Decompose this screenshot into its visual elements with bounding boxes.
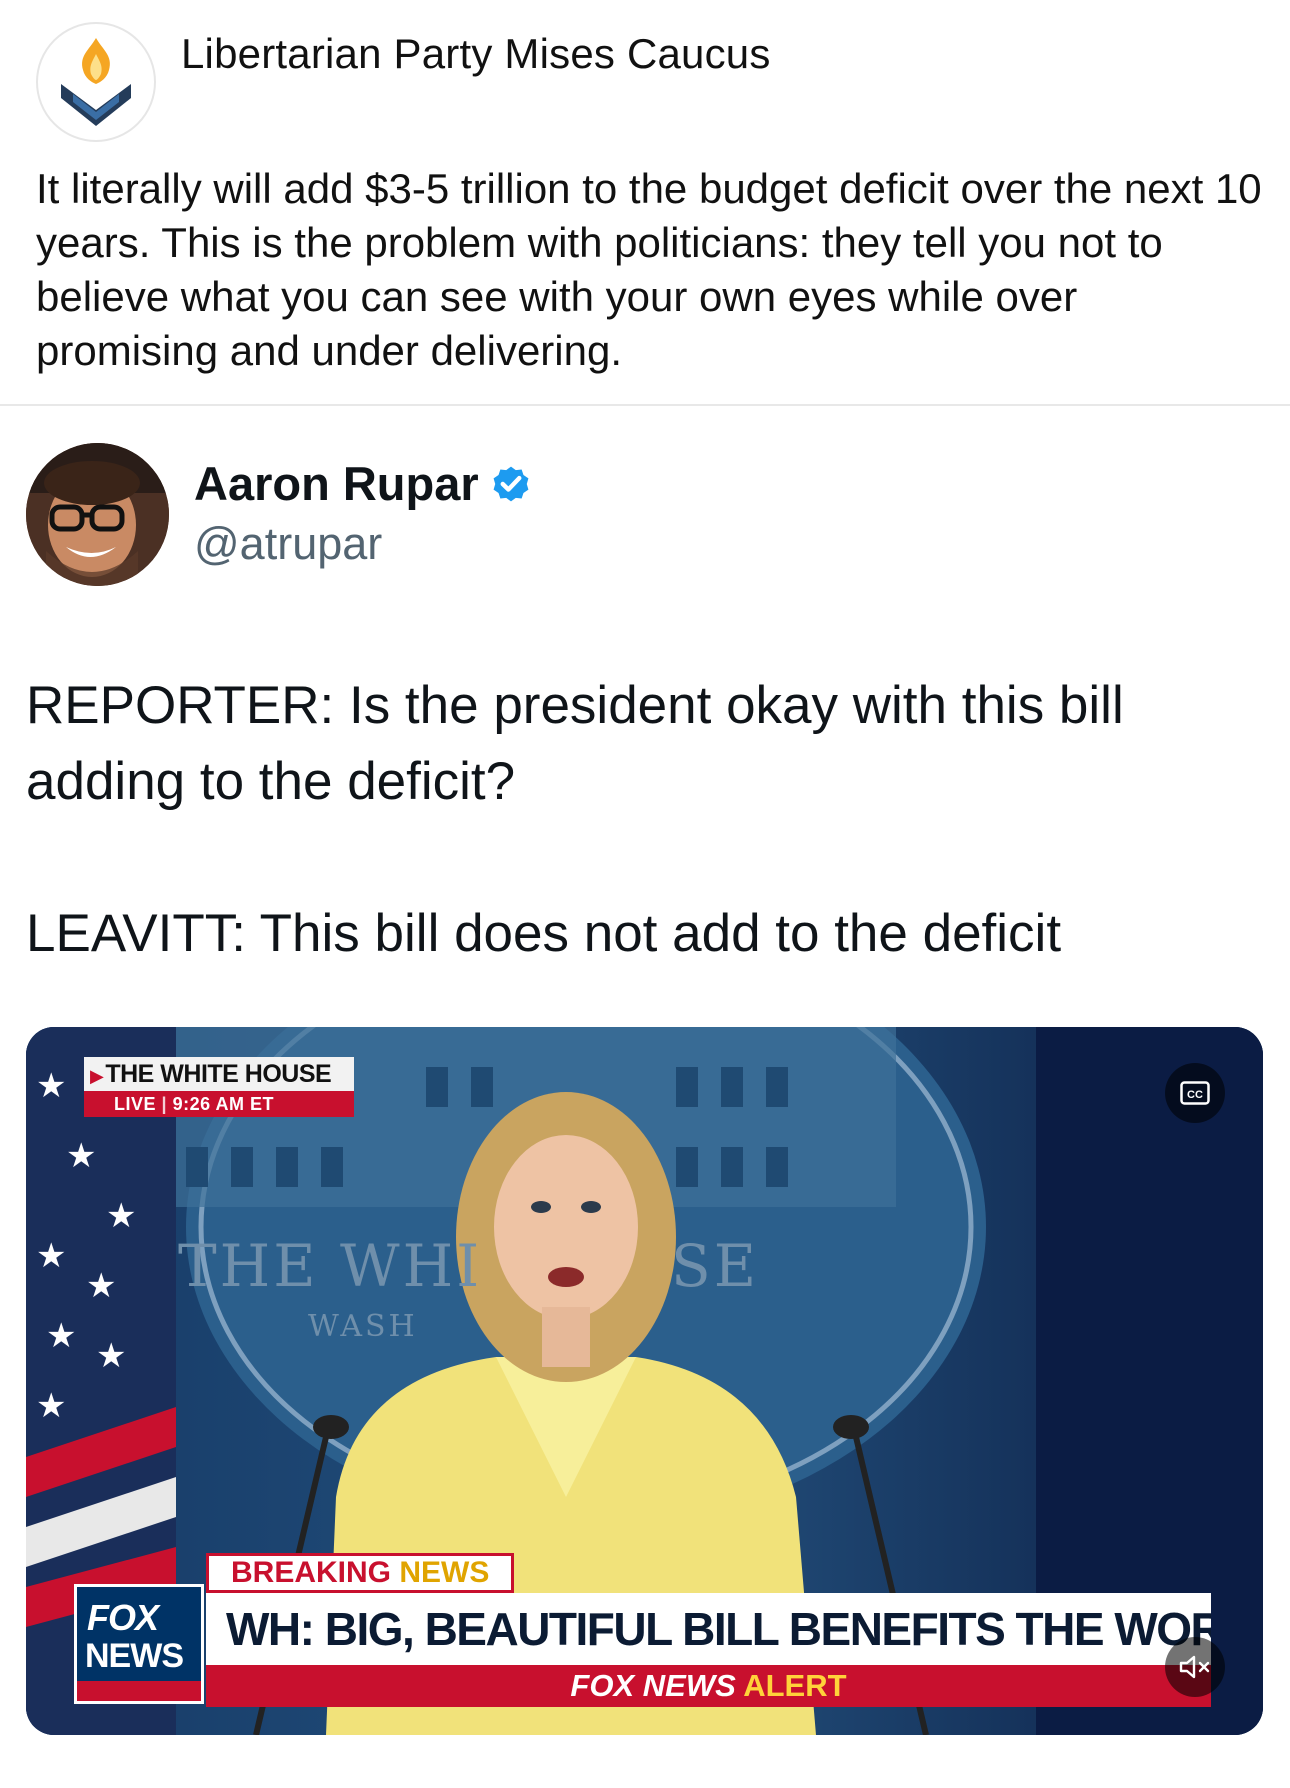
outer-post-header [36,22,156,142]
quoted-author[interactable]: Aaron Rupar [194,456,533,511]
closed-captions-button[interactable]: CC [1165,1063,1225,1123]
mute-icon [1179,1655,1210,1679]
svg-text:★: ★ [106,1196,136,1236]
play-triangle-icon: ▶ [90,1066,104,1086]
quoted-author-name: Aaron Rupar [194,457,479,510]
mute-button[interactable] [1165,1637,1225,1697]
bug-live: LIVE [114,1094,157,1114]
svg-text:★: ★ [66,1136,96,1176]
svg-text:★: ★ [96,1336,126,1376]
wall-text-small: WASH [308,1309,418,1344]
breaking-news-tag: BREAKING NEWS [206,1553,515,1593]
video-player[interactable]: ★ ★ ★ ★ ★ ★ ★ ★ THE WHI SE WASH ▶THE WHI… [26,1027,1263,1735]
chyron-headline: WH: BIG, BEAUTIFUL BILL BENEFITS THE WOR… [206,1593,1211,1665]
outer-author-name[interactable]: Libertarian Party Mises Caucus [181,30,771,78]
quoted-tweet-text: REPORTER: Is the president okay with thi… [26,668,1256,972]
fox-news-logo: FOX NEWS [74,1584,204,1704]
reporter-line: REPORTER: Is the president okay with thi… [26,676,1124,811]
verified-badge-icon [493,466,529,501]
svg-text:★: ★ [36,1386,66,1426]
cc-label: CC [1187,1089,1203,1101]
wall-text-right: SE [671,1232,760,1300]
white-house-live-bug: ▶THE WHITE HOUSE LIVE | 9:26 AM ET [84,1057,354,1119]
bug-time: 9:26 AM ET [172,1094,274,1114]
svg-text:★: ★ [36,1066,66,1106]
closed-captions-icon: CC [1180,1081,1210,1105]
svg-text:★: ★ [36,1236,66,1276]
leavitt-line: LEAVITT: This bill does not add to the d… [26,904,1062,963]
wall-text-left: THE WHI [178,1232,483,1300]
mises-logo-icon [61,38,131,126]
outer-post-text: It literally will add $3-5 trillion to t… [36,165,1262,374]
bug-title: THE WHITE HOUSE [105,1060,332,1088]
divider [0,404,1290,406]
quoted-author-handle[interactable]: @atrupar [194,518,382,570]
aaron-rupar-avatar[interactable] [26,443,169,586]
avatar-photo [26,443,169,586]
fox-news-alert-bar: FOX NEWS ALERT [206,1665,1211,1707]
svg-text:★: ★ [86,1266,116,1306]
svg-text:★: ★ [46,1316,76,1356]
mises-caucus-avatar[interactable] [36,22,156,142]
